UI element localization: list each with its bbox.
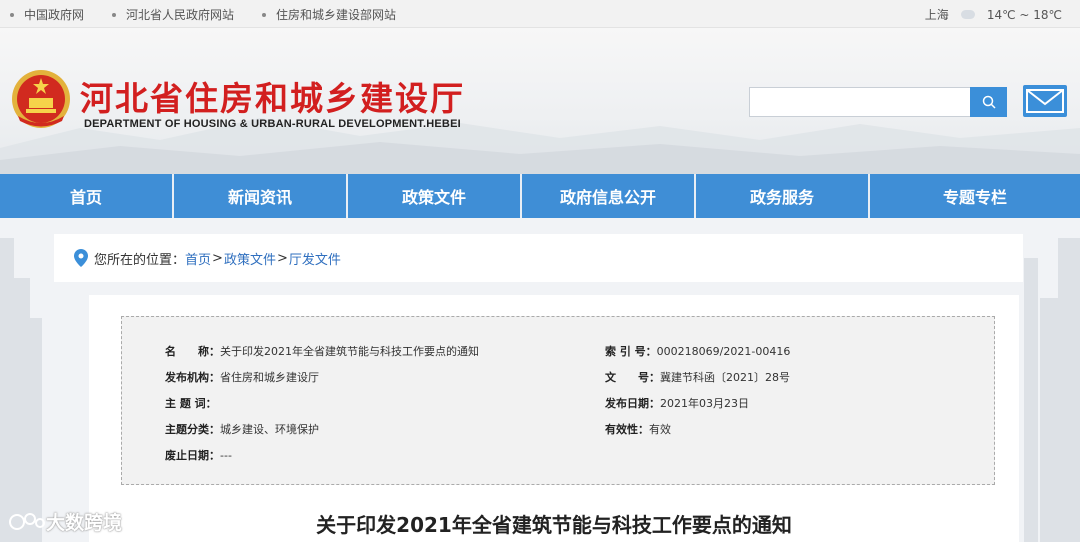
nav-services[interactable]: 政务服务 (696, 174, 870, 218)
site-header: 河北省住房和城乡建设厅 DEPARTMENT OF HOUSING & URBA… (0, 28, 1080, 174)
bullet-icon (262, 12, 267, 17)
search-input[interactable] (749, 87, 971, 117)
meta-key: 发布日期： (605, 397, 660, 410)
top-links: 中国政府网 河北省人民政府网站 住房和城乡建设部网站 (10, 6, 424, 23)
breadcrumb: 您所在的位置： 首页 > 政策文件 > 厅发文件 (54, 234, 1023, 282)
meta-key: 发布机构： (165, 371, 220, 384)
top-link-label[interactable]: 中国政府网 (24, 6, 84, 23)
weather-widget: 上海 14℃ ~ 18℃ (925, 6, 1062, 23)
top-utility-bar: 中国政府网 河北省人民政府网站 住房和城乡建设部网站 上海 14℃ ~ 18℃ (0, 0, 1080, 28)
meta-value: --- (220, 449, 232, 462)
meta-name: 名 称：关于印发2021年全省建筑节能与科技工作要点的通知 (165, 343, 479, 359)
meta-key: 废止日期： (165, 449, 220, 462)
breadcrumb-dept-docs[interactable]: 厅发文件 (289, 249, 341, 268)
cloud-icon (960, 10, 975, 19)
search-button[interactable] (970, 87, 1007, 117)
site-title[interactable]: 河北省住房和城乡建设厅 (80, 72, 465, 120)
meta-value: 关于印发2021年全省建筑节能与科技工作要点的通知 (220, 345, 479, 358)
meta-key: 主 题 词： (165, 397, 217, 410)
nav-news[interactable]: 新闻资讯 (174, 174, 348, 218)
weather-city: 上海 (924, 8, 949, 22)
meta-value: 000218069/2021-00416 (656, 345, 791, 358)
watermark-text: 大数跨境 (46, 512, 123, 534)
mail-button[interactable] (1023, 85, 1067, 117)
meta-key: 有效性： (605, 423, 649, 436)
breadcrumb-home[interactable]: 首页 (185, 249, 211, 268)
emblem-icon[interactable] (10, 68, 72, 130)
nav-home[interactable]: 首页 (0, 174, 174, 218)
document-title: 关于印发2021年全省建筑节能与科技工作要点的通知 (316, 513, 792, 537)
meta-category: 主题分类：城乡建设、环境保护 (165, 421, 319, 437)
nav-gov-info[interactable]: 政府信息公开 (522, 174, 696, 218)
meta-org: 发布机构：省住房和城乡建设厅 (165, 369, 319, 385)
weather-temperature: 14℃ ~ 18℃ (986, 7, 1062, 22)
main-nav: 首页 新闻资讯 政策文件 政府信息公开 政务服务 专题专栏 (0, 174, 1080, 218)
top-link-label[interactable]: 河北省人民政府网站 (126, 6, 234, 23)
document-panel: 名 称：关于印发2021年全省建筑节能与科技工作要点的通知 索 引 号：0002… (89, 295, 1019, 542)
site-subtitle: DEPARTMENT OF HOUSING & URBAN-RURAL DEVE… (84, 118, 461, 130)
meta-key: 名 称： (165, 345, 220, 358)
meta-value: 城乡建设、环境保护 (220, 423, 319, 436)
top-link-gov[interactable]: 中国政府网 (10, 6, 84, 23)
meta-key: 主题分类： (165, 423, 220, 436)
meta-topic: 主 题 词： (165, 395, 217, 411)
breadcrumb-separator: > (276, 250, 288, 266)
meta-date: 发布日期：2021年03月23日 (605, 395, 749, 411)
top-link-mohurd[interactable]: 住房和城乡建设部网站 (262, 6, 396, 23)
breadcrumb-policy[interactable]: 政策文件 (224, 249, 276, 268)
meta-key: 索 引 号： (605, 345, 657, 358)
nav-policy[interactable]: 政策文件 (348, 174, 522, 218)
watermark-logo-icon (9, 512, 45, 530)
meta-expiry: 废止日期：--- (165, 447, 232, 463)
meta-value: 2021年03月23日 (660, 397, 749, 410)
top-link-label[interactable]: 住房和城乡建设部网站 (276, 6, 396, 23)
top-link-hebei-gov[interactable]: 河北省人民政府网站 (112, 6, 234, 23)
nav-topics[interactable]: 专题专栏 (870, 174, 1080, 218)
bullet-icon (10, 12, 14, 17)
meta-validity: 有效性：有效 (605, 421, 671, 437)
document-metadata: 名 称：关于印发2021年全省建筑节能与科技工作要点的通知 索 引 号：0002… (121, 316, 995, 485)
meta-value: 有效 (649, 423, 671, 436)
meta-key: 文 号： (605, 371, 660, 384)
search-icon (982, 95, 996, 109)
meta-value: 省住房和城乡建设厅 (220, 371, 319, 384)
breadcrumb-separator: > (212, 250, 223, 266)
meta-index: 索 引 号：000218069/2021-00416 (605, 343, 790, 359)
location-pin-icon (74, 249, 88, 267)
mail-icon (1026, 89, 1064, 113)
breadcrumb-label: 您所在的位置： (94, 252, 186, 268)
meta-value: 冀建节科函〔2021〕28号 (660, 371, 790, 384)
watermark: 大数跨境 (8, 508, 122, 535)
bullet-icon (112, 12, 117, 17)
meta-docno: 文 号：冀建节科函〔2021〕28号 (605, 369, 790, 385)
